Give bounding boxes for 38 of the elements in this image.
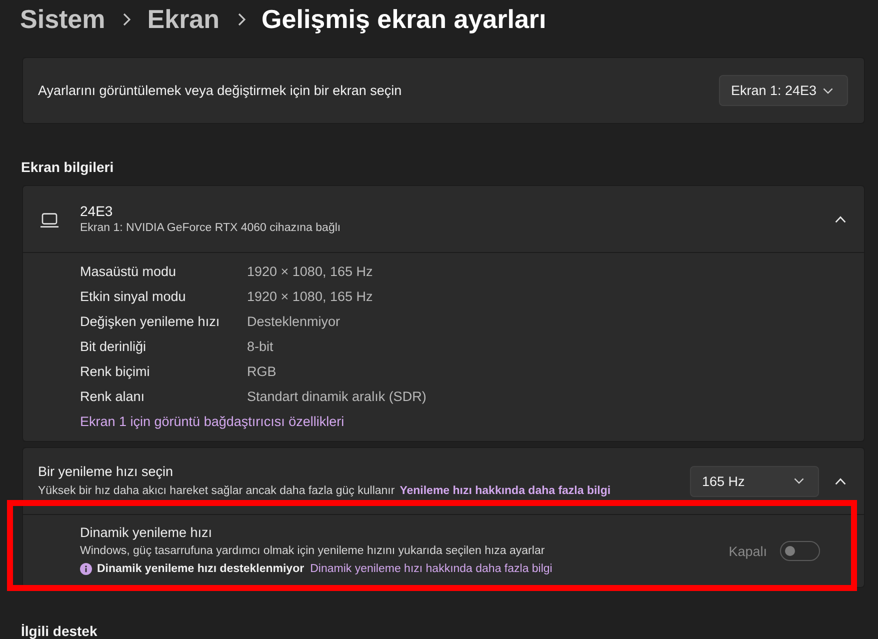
info-label: Renk alanı xyxy=(80,389,146,404)
adapter-properties-link[interactable]: Ekran 1 için görüntü bağdaştırıcısı özellikleri xyxy=(80,409,344,435)
setting-title: Bir yenileme hızı seçin xyxy=(38,463,174,481)
laptop-icon xyxy=(40,212,59,228)
display-connection: Ekran 1: NVIDIA GeForce RTX 4060 cihazına bağlı xyxy=(80,221,342,236)
info-value: 1920 × 1080, 165 Hz xyxy=(247,264,373,279)
notice-text: Dinamik yenileme hızı desteklenmiyor xyxy=(97,562,304,577)
section-heading: İlgili destek xyxy=(21,622,98,639)
breadcrumb-link[interactable]: Sistem xyxy=(20,4,106,34)
breadcrumb-link[interactable]: Ekran xyxy=(147,4,220,34)
page-title: Gelişmiş ekran ayarları xyxy=(262,4,546,34)
info-label: Renk biçimi xyxy=(80,364,151,379)
info-value: RGB xyxy=(247,364,276,379)
info-label: Değişken yenileme hızı xyxy=(80,314,221,329)
display-name: 24E3 xyxy=(80,202,114,220)
info-label: Etkin sinyal modu xyxy=(80,289,187,304)
refresh-rate-dropdown[interactable]: 165 Hz xyxy=(690,466,819,496)
setting-title: Dinamik yenileme hızı xyxy=(80,524,214,542)
info-value: 1920 × 1080, 165 Hz xyxy=(247,289,373,304)
section-heading: Ekran bilgileri xyxy=(21,158,115,176)
setting-description: Windows, güç tasarrufuna yardımcı olmak için yenileme hızını yukarıda seçilen hıza ayarlar xyxy=(80,544,546,559)
chevron-down-icon xyxy=(794,478,804,484)
setting-description: Yüksek bir hız daha akıcı hareket sağlar ancak daha fazla güç kullanır xyxy=(38,484,395,499)
chevron-down-icon xyxy=(823,88,833,94)
chevron-up-icon[interactable] xyxy=(835,216,846,222)
info-label: Masaüstü modu xyxy=(80,264,178,279)
chevron-up-icon[interactable] xyxy=(835,478,846,484)
learn-more-link[interactable]: Yenileme hızı hakkında daha fazla bilgi xyxy=(400,483,611,499)
chevron-right-icon xyxy=(238,12,246,26)
info-value: 8-bit xyxy=(247,339,274,354)
display-dropdown[interactable]: Ekran 1: 24E3 xyxy=(719,75,848,106)
info-label: Bit derinliği xyxy=(80,339,148,354)
info-value: Standart dinamik aralık (SDR) xyxy=(247,389,426,404)
info-value: Desteklenmiyor xyxy=(247,314,340,329)
chevron-right-icon xyxy=(123,12,132,26)
toggle-state-label: Kapalı xyxy=(728,544,767,558)
info-icon xyxy=(80,563,92,575)
setting-label: Ayarlarını görüntülemek veya değiştirmek için bir ekran seçin xyxy=(38,83,402,98)
